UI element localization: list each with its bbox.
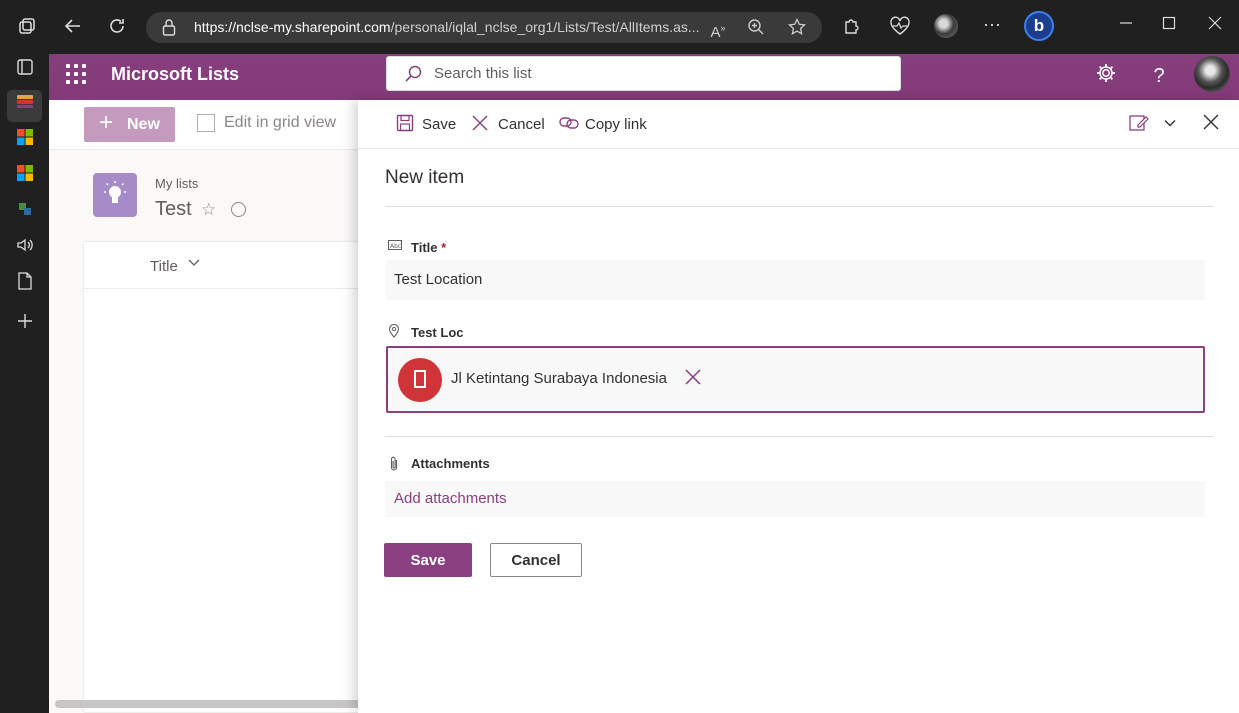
address-bar[interactable]: https://nclse-my.sharepoint.com/personal… bbox=[146, 12, 822, 43]
text-field-icon: Abc bbox=[388, 240, 402, 253]
divider bbox=[385, 206, 1213, 207]
browser-essentials-icon[interactable] bbox=[888, 16, 912, 40]
refresh-icon[interactable] bbox=[105, 16, 129, 40]
link-icon bbox=[559, 114, 579, 132]
bing-chat-icon[interactable]: b bbox=[1024, 11, 1054, 41]
lists-tab-icon[interactable] bbox=[12, 92, 38, 118]
user-avatar[interactable] bbox=[1194, 56, 1230, 92]
location-field-label: Test Loc bbox=[411, 325, 464, 340]
lock-icon bbox=[162, 18, 176, 36]
edit-form-icon[interactable] bbox=[1129, 114, 1149, 136]
title-label-text: Title bbox=[411, 240, 438, 255]
tab-actions-icon[interactable] bbox=[12, 58, 38, 84]
grid-button-label: Edit in grid view bbox=[224, 114, 337, 131]
copy-link-button[interactable]: Copy link bbox=[559, 114, 654, 136]
toolbar-save-label: Save bbox=[422, 116, 457, 133]
planner-tab-icon[interactable] bbox=[12, 200, 38, 226]
suite-bar: Microsoft Lists ? bbox=[49, 54, 1239, 100]
app-launcher-icon[interactable] bbox=[66, 64, 86, 84]
more-menu-icon[interactable]: ··· bbox=[980, 14, 1004, 34]
minimize-icon[interactable] bbox=[1114, 14, 1138, 34]
sharepoint-app: Microsoft Lists ? + New Edit in grid vie… bbox=[49, 54, 1239, 713]
add-attachments-link[interactable]: Add attachments bbox=[385, 481, 1205, 517]
panel-toolbar: Save Cancel Copy link bbox=[358, 100, 1239, 149]
title-field-label: Title * bbox=[411, 240, 446, 255]
cancel-button[interactable]: Cancel bbox=[490, 543, 582, 577]
audio-tab-icon[interactable] bbox=[12, 236, 38, 262]
save-icon bbox=[396, 114, 414, 132]
attachments-label: Attachments bbox=[411, 456, 490, 471]
location-pin-icon bbox=[388, 323, 400, 341]
favorite-star-icon[interactable] bbox=[787, 17, 807, 38]
back-icon[interactable] bbox=[61, 16, 85, 40]
search-input[interactable] bbox=[434, 65, 874, 82]
url-text: https://nclse-my.sharepoint.com/personal… bbox=[194, 19, 700, 35]
settings-gear-icon[interactable] bbox=[1092, 62, 1120, 90]
new-tab-plus-icon[interactable] bbox=[12, 312, 38, 338]
search-icon bbox=[403, 64, 423, 84]
column-title-label: Title bbox=[150, 258, 178, 275]
extensions-icon[interactable] bbox=[839, 16, 863, 40]
chevron-down-icon[interactable] bbox=[1164, 114, 1178, 136]
list-title: Test bbox=[155, 198, 192, 220]
save-button[interactable]: Save bbox=[384, 543, 472, 577]
copy-link-label: Copy link bbox=[585, 116, 647, 133]
svg-text:Abc: Abc bbox=[390, 243, 401, 250]
workspaces-icon[interactable] bbox=[15, 16, 39, 40]
add-attachments-label: Add attachments bbox=[394, 490, 507, 507]
profile-avatar[interactable] bbox=[934, 14, 958, 38]
paperclip-icon bbox=[388, 456, 400, 475]
toolbar-cancel-label: Cancel bbox=[498, 116, 545, 133]
horizontal-scrollbar[interactable] bbox=[55, 700, 365, 708]
divider bbox=[385, 436, 1213, 437]
lightbulb-icon bbox=[93, 173, 137, 217]
required-marker: * bbox=[441, 240, 447, 255]
close-panel-icon[interactable] bbox=[1203, 114, 1219, 136]
building-icon bbox=[398, 358, 442, 402]
new-item-button[interactable]: + New bbox=[84, 107, 175, 142]
plus-icon: + bbox=[99, 109, 114, 136]
toolbar-cancel-button[interactable]: Cancel bbox=[471, 114, 546, 136]
microsoft-tab-2-icon[interactable] bbox=[12, 164, 38, 190]
read-aloud-icon[interactable]: A» bbox=[708, 18, 728, 41]
zoom-icon[interactable] bbox=[746, 18, 766, 38]
cancel-x-icon bbox=[471, 114, 489, 132]
window-close-icon[interactable] bbox=[1203, 14, 1227, 34]
maximize-icon[interactable] bbox=[1157, 14, 1181, 34]
breadcrumb[interactable]: My lists bbox=[155, 176, 198, 191]
document-tab-icon[interactable] bbox=[12, 272, 38, 298]
grid-icon bbox=[197, 114, 215, 132]
search-box[interactable] bbox=[386, 56, 901, 91]
toolbar-save-button[interactable]: Save bbox=[396, 114, 456, 136]
title-input[interactable] bbox=[394, 271, 1094, 288]
new-item-panel: Save Cancel Copy link New item Abc Title… bbox=[358, 100, 1239, 713]
location-field[interactable]: Jl Ketintang Surabaya Indonesia bbox=[386, 346, 1205, 413]
remove-location-icon[interactable] bbox=[682, 367, 704, 389]
browser-sidebar bbox=[0, 54, 49, 713]
app-title[interactable]: Microsoft Lists bbox=[111, 64, 239, 85]
favorite-star-icon[interactable]: ☆ bbox=[201, 200, 216, 220]
location-value: Jl Ketintang Surabaya Indonesia bbox=[451, 370, 667, 387]
check-circle-icon[interactable] bbox=[231, 202, 246, 217]
chevron-down-icon bbox=[188, 256, 200, 271]
title-field[interactable] bbox=[385, 260, 1205, 300]
microsoft-tab-icon[interactable] bbox=[12, 128, 38, 154]
help-icon[interactable]: ? bbox=[1145, 62, 1173, 90]
panel-title: New item bbox=[385, 167, 465, 188]
browser-titlebar: https://nclse-my.sharepoint.com/personal… bbox=[0, 0, 1239, 54]
new-button-label: New bbox=[127, 116, 160, 133]
